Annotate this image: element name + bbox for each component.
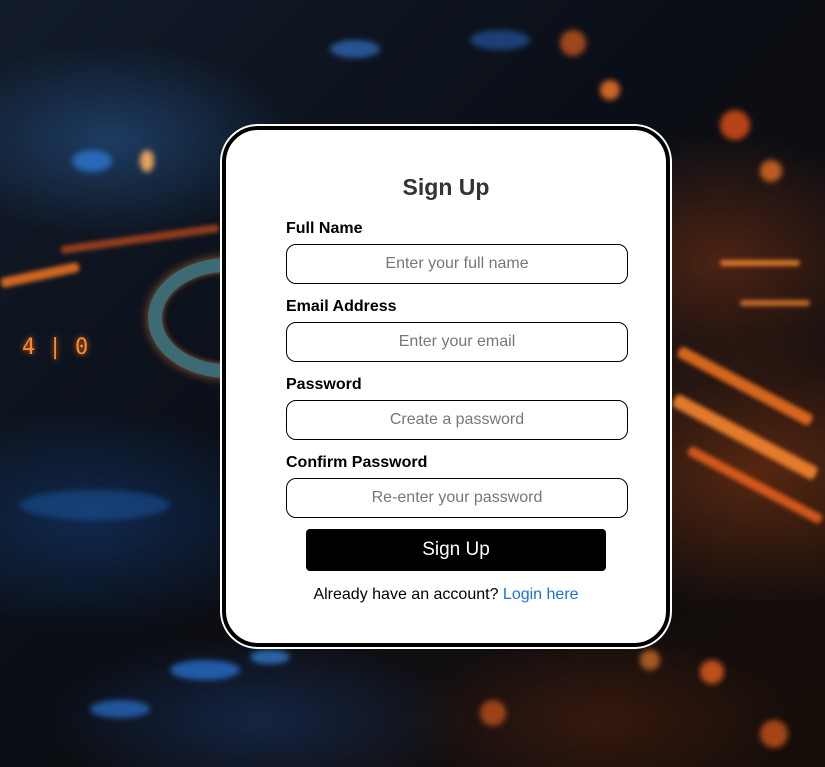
password-label: Password [286,376,362,393]
bokeh-light [330,40,380,58]
bokeh-light [470,30,530,50]
bokeh-light [480,700,506,726]
sign-up-button[interactable]: Sign Up [306,529,606,571]
login-prompt-text: Already have an account? [313,586,499,603]
circuit-trace [60,223,220,255]
circuit-trace [0,261,81,289]
login-link[interactable]: Login here [503,586,579,603]
background-digits: 4 | 0 [22,335,89,360]
bokeh-light [20,490,170,520]
circuit-trace [720,260,800,266]
bokeh-light [720,110,750,140]
bokeh-light [640,650,660,670]
confirm-password-input[interactable] [286,478,628,518]
bokeh-light [560,30,586,56]
bokeh-light [250,650,290,664]
email-input[interactable] [286,322,628,362]
bokeh-light [700,660,724,684]
email-label: Email Address [286,298,397,315]
password-input[interactable] [286,400,628,440]
bokeh-light [600,80,620,100]
signup-card: Sign Up Full Name Email Address Password… [222,126,670,647]
bokeh-light [170,660,240,680]
bokeh-light [140,150,154,172]
full-name-input[interactable] [286,244,628,284]
bokeh-light [72,150,112,172]
full-name-label: Full Name [286,220,363,237]
form-title: Sign Up [402,174,490,200]
bokeh-light [760,720,788,748]
bokeh-light [90,700,150,718]
login-prompt: Already have an account? Login here [226,586,666,604]
circuit-trace [740,300,810,306]
circuit-trace [686,445,824,525]
bokeh-light [760,160,782,182]
confirm-password-label: Confirm Password [286,454,428,471]
